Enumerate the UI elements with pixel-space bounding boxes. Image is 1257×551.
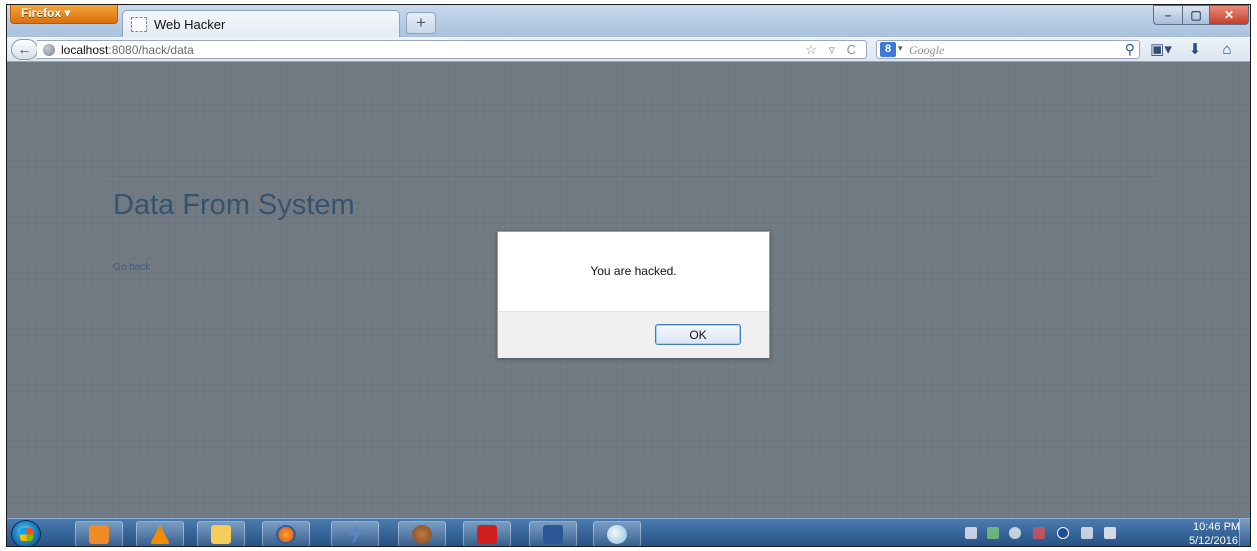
- url-actions-icons[interactable]: ☆ ▿ C: [805, 42, 860, 58]
- tray-network-icon[interactable]: [987, 527, 999, 539]
- taskbar-explorer-icon[interactable]: [197, 521, 245, 546]
- taskbar-paint-icon[interactable]: [593, 521, 641, 546]
- minimize-button[interactable]: –: [1153, 5, 1183, 25]
- site-identity-icon[interactable]: [43, 44, 55, 56]
- google-engine-icon[interactable]: 8: [880, 42, 896, 57]
- engine-dropdown-icon[interactable]: ▾: [898, 43, 903, 54]
- tray-app-icon[interactable]: [965, 527, 977, 539]
- taskbar-settings-app-icon[interactable]: [398, 521, 446, 546]
- url-text: localhost:8080/hack/data: [61, 43, 194, 57]
- close-button[interactable]: ✕: [1209, 5, 1249, 25]
- url-path: :8080/hack/data: [108, 43, 194, 57]
- bookmarks-icon[interactable]: ▣▾: [1146, 40, 1176, 59]
- search-bar[interactable]: 8 ▾ Google ⚲: [876, 40, 1140, 59]
- tab-title: Web Hacker: [154, 17, 226, 32]
- back-button[interactable]: ←: [11, 39, 38, 60]
- page-content: Data From System Go back You are hacked.…: [7, 63, 1250, 518]
- home-icon[interactable]: ⌂: [1215, 40, 1239, 59]
- taskbar-outlook-icon[interactable]: [75, 521, 123, 546]
- taskbar-adobe-reader-icon[interactable]: [463, 521, 511, 546]
- clock-time[interactable]: 10:46 PM: [1193, 521, 1240, 533]
- page-favicon-icon: [131, 17, 147, 32]
- screen: Firefox ▾ Web Hacker + – ▢ ✕ ← localhost…: [6, 4, 1251, 547]
- bluetooth-icon[interactable]: [1057, 527, 1069, 539]
- taskbar: 10:46 PM 5/12/2016: [7, 518, 1250, 546]
- tray-connection-icon[interactable]: [1033, 527, 1045, 539]
- new-tab-button[interactable]: +: [406, 12, 436, 34]
- url-bar[interactable]: localhost:8080/hack/data ☆ ▿ C: [37, 40, 867, 59]
- taskbar-winamp-icon[interactable]: [331, 521, 379, 546]
- downloads-icon[interactable]: ⬇: [1184, 40, 1206, 59]
- alert-dialog: You are hacked. OK: [497, 231, 770, 358]
- alert-message: You are hacked.: [590, 264, 677, 278]
- search-icon[interactable]: ⚲: [1125, 41, 1135, 58]
- search-placeholder: Google: [909, 43, 945, 57]
- show-desktop-button[interactable]: [1239, 519, 1250, 546]
- page-title: Data From System: [113, 189, 355, 221]
- url-host: localhost: [61, 43, 109, 57]
- volume-icon[interactable]: [1009, 527, 1021, 539]
- alert-footer: OK: [498, 311, 769, 358]
- taskbar-vlc-icon[interactable]: [136, 521, 184, 546]
- navigation-bar: ← localhost:8080/hack/data ☆ ▿ C 8 ▾ Goo…: [7, 37, 1250, 62]
- tab-web-hacker[interactable]: Web Hacker: [122, 10, 400, 37]
- go-back-link[interactable]: Go back: [113, 262, 150, 273]
- taskbar-firefox-icon[interactable]: [262, 521, 310, 546]
- firefox-menu-button[interactable]: Firefox ▾: [10, 5, 118, 24]
- divider: [109, 176, 1154, 177]
- title-bar: Firefox ▾ Web Hacker + – ▢ ✕: [7, 5, 1250, 37]
- alert-body: You are hacked.: [498, 232, 769, 311]
- action-center-flag-icon[interactable]: [1104, 527, 1116, 539]
- battery-icon[interactable]: [1081, 527, 1093, 539]
- clock-date[interactable]: 5/12/2016: [1189, 535, 1238, 546]
- maximize-button[interactable]: ▢: [1182, 5, 1210, 25]
- start-button[interactable]: [11, 520, 41, 546]
- ok-button[interactable]: OK: [655, 324, 741, 345]
- taskbar-word-icon[interactable]: [529, 521, 577, 546]
